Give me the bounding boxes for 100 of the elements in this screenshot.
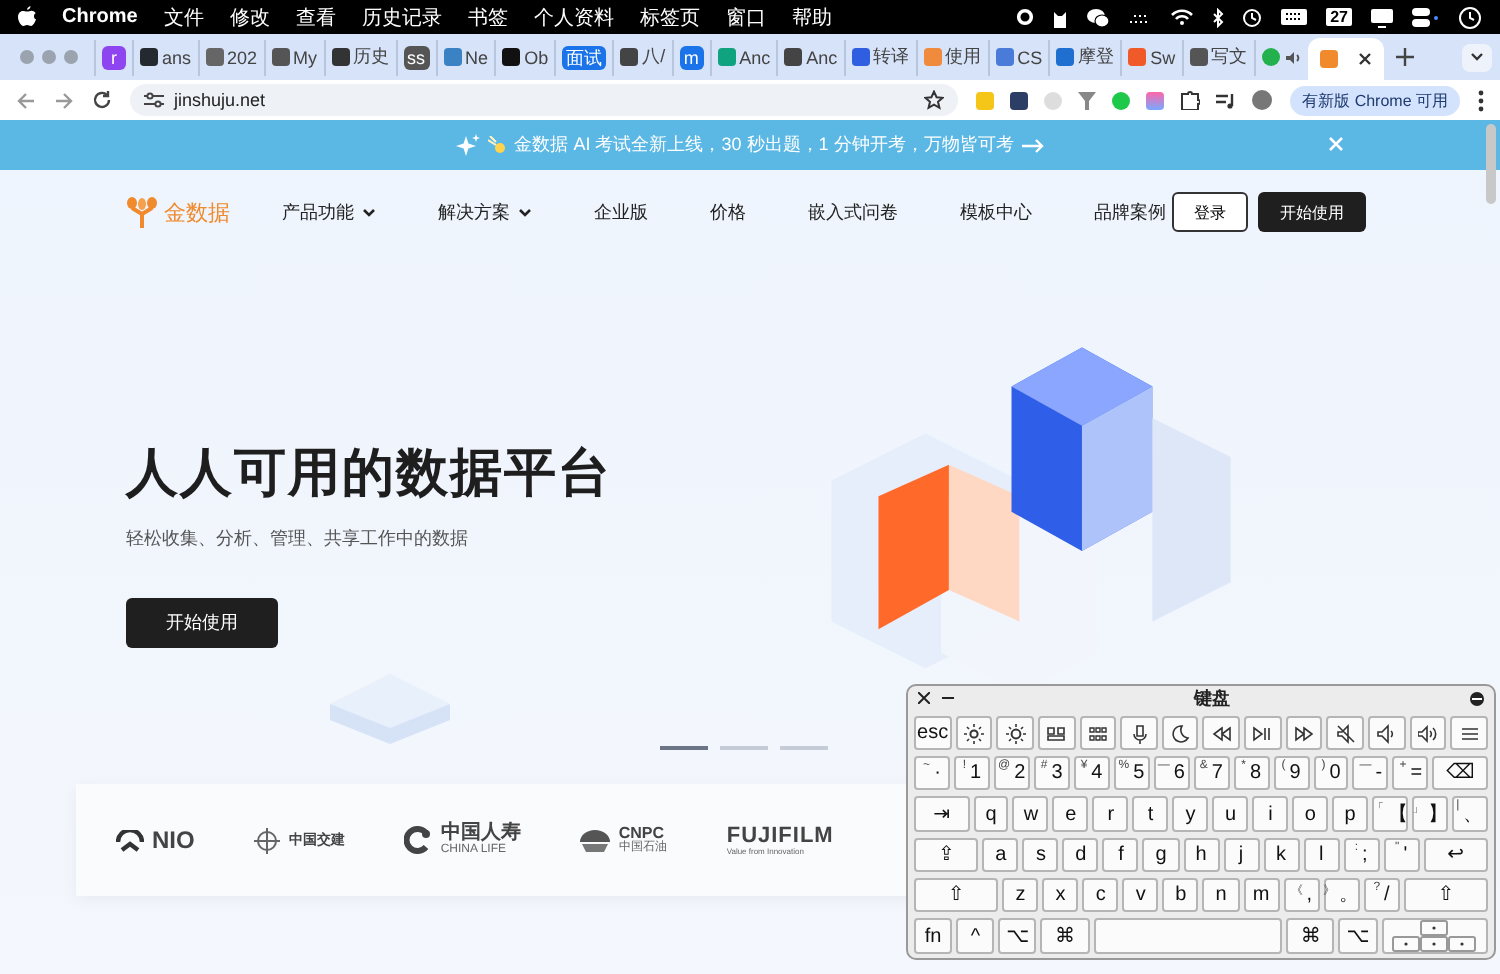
funnel-icon[interactable]: [1078, 91, 1097, 109]
login-button[interactable]: 登录: [1172, 192, 1248, 232]
browser-tab[interactable]: Sw: [1120, 39, 1182, 75]
keyboard-key[interactable]: g: [1142, 837, 1179, 872]
nav-link[interactable]: 嵌入式问卷: [808, 199, 898, 225]
nav-link[interactable]: 产品功能: [282, 199, 376, 225]
update-chrome-button[interactable]: 有新版 Chrome 可用: [1290, 85, 1460, 115]
browser-tab[interactable]: Anc: [709, 39, 777, 75]
site-settings-icon[interactable]: [144, 92, 164, 108]
keyboard-key[interactable]: w: [1012, 796, 1049, 832]
menu-item[interactable]: 帮助: [791, 3, 832, 31]
menu-item[interactable]: 个人资料: [533, 3, 614, 31]
keyboard-key[interactable]: [1285, 716, 1323, 751]
menu-item[interactable]: 文件: [163, 3, 204, 31]
keyboard-key[interactable]: o: [1292, 796, 1329, 832]
browser-tab[interactable]: 使用: [915, 39, 988, 75]
browser-tab[interactable]: My: [263, 39, 324, 75]
keyboard-key[interactable]: x: [1042, 877, 1079, 913]
scrollbar[interactable]: [1486, 124, 1496, 204]
browser-tab[interactable]: 摩登: [1048, 39, 1121, 75]
keyboard-key[interactable]: ⇧: [914, 877, 999, 913]
get-started-button[interactable]: 开始使用: [1258, 192, 1366, 232]
keyboard-key[interactable]: n: [1202, 877, 1240, 913]
browser-tab[interactable]: 历史: [323, 39, 396, 75]
browser-tab[interactable]: 写文: [1181, 39, 1254, 75]
apple-icon[interactable]: [18, 6, 36, 28]
keyboard-key[interactable]: r: [1092, 796, 1129, 832]
star-icon[interactable]: [924, 90, 945, 110]
keyboard-key[interactable]: [1037, 716, 1076, 751]
nav-link[interactable]: 品牌案例: [1094, 199, 1166, 225]
keyboard-key[interactable]: k: [1263, 837, 1300, 872]
keyboard-key[interactable]: v: [1122, 877, 1159, 913]
reload-icon[interactable]: [92, 90, 112, 110]
keyboard-key[interactable]: [1409, 716, 1447, 751]
keyboard-key[interactable]: ⇧: [1403, 877, 1488, 913]
nav-link[interactable]: 解决方案: [438, 199, 532, 225]
keyboard-key[interactable]: ↩: [1423, 837, 1489, 872]
browser-tab[interactable]: r: [94, 39, 132, 75]
back-icon[interactable]: [16, 91, 36, 109]
bluetooth-icon[interactable]: [1212, 7, 1225, 27]
calendar-day[interactable]: 27: [1326, 8, 1352, 26]
keyboard-key[interactable]: [1368, 716, 1406, 751]
more-icon[interactable]: [1478, 89, 1484, 111]
keyboard-key[interactable]: d: [1062, 837, 1099, 872]
close-icon[interactable]: [918, 692, 930, 704]
dots-icon[interactable]: [1128, 11, 1153, 23]
address-field[interactable]: jinshuju.net: [130, 84, 959, 116]
menu-item[interactable]: 窗口: [725, 3, 766, 31]
keyboard-key[interactable]: s: [1022, 837, 1059, 872]
keyboard-key[interactable]: ⇪: [914, 837, 979, 872]
keyboard-key[interactable]: y: [1172, 796, 1209, 832]
browser-tab[interactable]: 面试: [554, 39, 613, 75]
keyboard-key[interactable]: esc: [914, 716, 952, 751]
menu-item[interactable]: 历史记录: [361, 3, 442, 31]
keyboard-key[interactable]: [1202, 716, 1241, 751]
keyboard-key[interactable]: i: [1252, 796, 1289, 832]
keyboard-key[interactable]: j: [1223, 837, 1260, 872]
keyboard-key[interactable]: [1450, 716, 1488, 751]
keyboard-key[interactable]: [1120, 716, 1158, 751]
display-icon[interactable]: [1370, 7, 1394, 27]
puzzle-icon[interactable]: [1180, 90, 1201, 110]
forward-icon[interactable]: [54, 91, 74, 109]
clock-icon[interactable]: [1458, 5, 1482, 29]
browser-tab[interactable]: Anc: [776, 39, 844, 75]
browser-tab[interactable]: 转译: [843, 39, 916, 75]
close-icon[interactable]: [1357, 52, 1372, 66]
record-icon[interactable]: [1016, 8, 1035, 26]
profile-avatar[interactable]: [1252, 90, 1273, 110]
keyboard-key[interactable]: [955, 716, 993, 751]
keyboard-key[interactable]: e: [1052, 796, 1089, 832]
new-tab-icon[interactable]: [1395, 48, 1414, 66]
browser-tab[interactable]: CS: [987, 39, 1049, 75]
keyboard-key[interactable]: [996, 716, 1034, 751]
nav-link[interactable]: 模板中心: [960, 199, 1032, 225]
keyboard-key[interactable]: a: [982, 837, 1019, 872]
keyboard-key[interactable]: p: [1332, 796, 1369, 832]
menu-item[interactable]: 标签页: [639, 3, 700, 31]
keyboard-key[interactable]: m: [1243, 877, 1280, 913]
nav-link[interactable]: 价格: [710, 199, 746, 225]
keyboard-key[interactable]: c: [1082, 877, 1119, 913]
minimize-icon[interactable]: [942, 696, 954, 700]
keyboard-key[interactable]: ⌥: [1338, 918, 1378, 955]
keyboard-key[interactable]: [1244, 716, 1282, 751]
browser-tab[interactable]: ans: [132, 39, 198, 75]
keyboard-key[interactable]: [1326, 716, 1365, 751]
keyboard-key[interactable]: u: [1212, 796, 1249, 832]
browser-tab[interactable]: ss: [395, 39, 436, 75]
keyboard-key[interactable]: b: [1162, 877, 1199, 913]
browser-tab[interactable]: m: [671, 39, 710, 75]
media-icon[interactable]: [1216, 91, 1237, 109]
chat-icon[interactable]: [1086, 7, 1111, 27]
tab-search-button[interactable]: [1462, 43, 1492, 71]
keyboard-key[interactable]: [1079, 716, 1117, 751]
keyboard-key[interactable]: q: [973, 796, 1009, 832]
keyboard-key[interactable]: fn: [914, 918, 953, 955]
speaker-icon[interactable]: [1283, 49, 1302, 65]
menu-item[interactable]: 查看: [295, 3, 336, 31]
keyboard-key[interactable]: ⇥: [914, 796, 970, 832]
keyboard-key[interactable]: f: [1102, 837, 1139, 872]
nav-link[interactable]: 企业版: [594, 199, 648, 225]
